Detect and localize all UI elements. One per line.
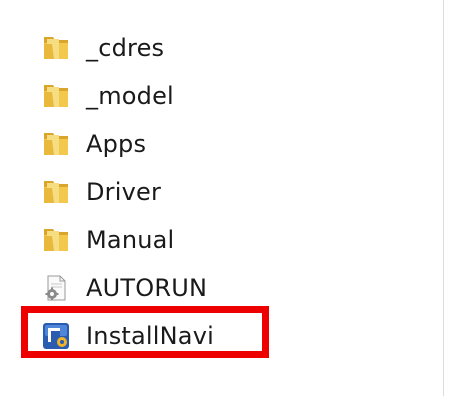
file-item-label: _model bbox=[86, 82, 174, 110]
folder-icon bbox=[40, 32, 72, 64]
file-item-autorun[interactable]: AUTORUN bbox=[40, 264, 214, 312]
settings-file-icon bbox=[40, 272, 72, 304]
file-item-label: _cdres bbox=[86, 34, 165, 62]
pane-divider bbox=[443, 0, 444, 396]
folder-icon bbox=[40, 128, 72, 160]
file-item-label: Manual bbox=[86, 226, 175, 254]
file-item-label: AUTORUN bbox=[86, 274, 208, 302]
file-item-label: Driver bbox=[86, 178, 162, 206]
file-item-manual[interactable]: Manual bbox=[40, 216, 214, 264]
file-item-model[interactable]: _model bbox=[40, 72, 214, 120]
file-item-driver[interactable]: Driver bbox=[40, 168, 214, 216]
installer-app-icon bbox=[40, 320, 72, 352]
file-item-label: Apps bbox=[86, 130, 147, 158]
file-item-apps[interactable]: Apps bbox=[40, 120, 214, 168]
file-list: _cdres _model Apps Driver Manual AUTORUN… bbox=[40, 24, 214, 360]
folder-icon bbox=[40, 176, 72, 208]
folder-icon bbox=[40, 80, 72, 112]
folder-icon bbox=[40, 224, 72, 256]
file-item-cdres[interactable]: _cdres bbox=[40, 24, 214, 72]
file-explorer-pane: _cdres _model Apps Driver Manual AUTORUN… bbox=[0, 0, 450, 396]
file-item-installnavi[interactable]: InstallNavi bbox=[40, 312, 214, 360]
file-item-label: InstallNavi bbox=[86, 322, 214, 350]
